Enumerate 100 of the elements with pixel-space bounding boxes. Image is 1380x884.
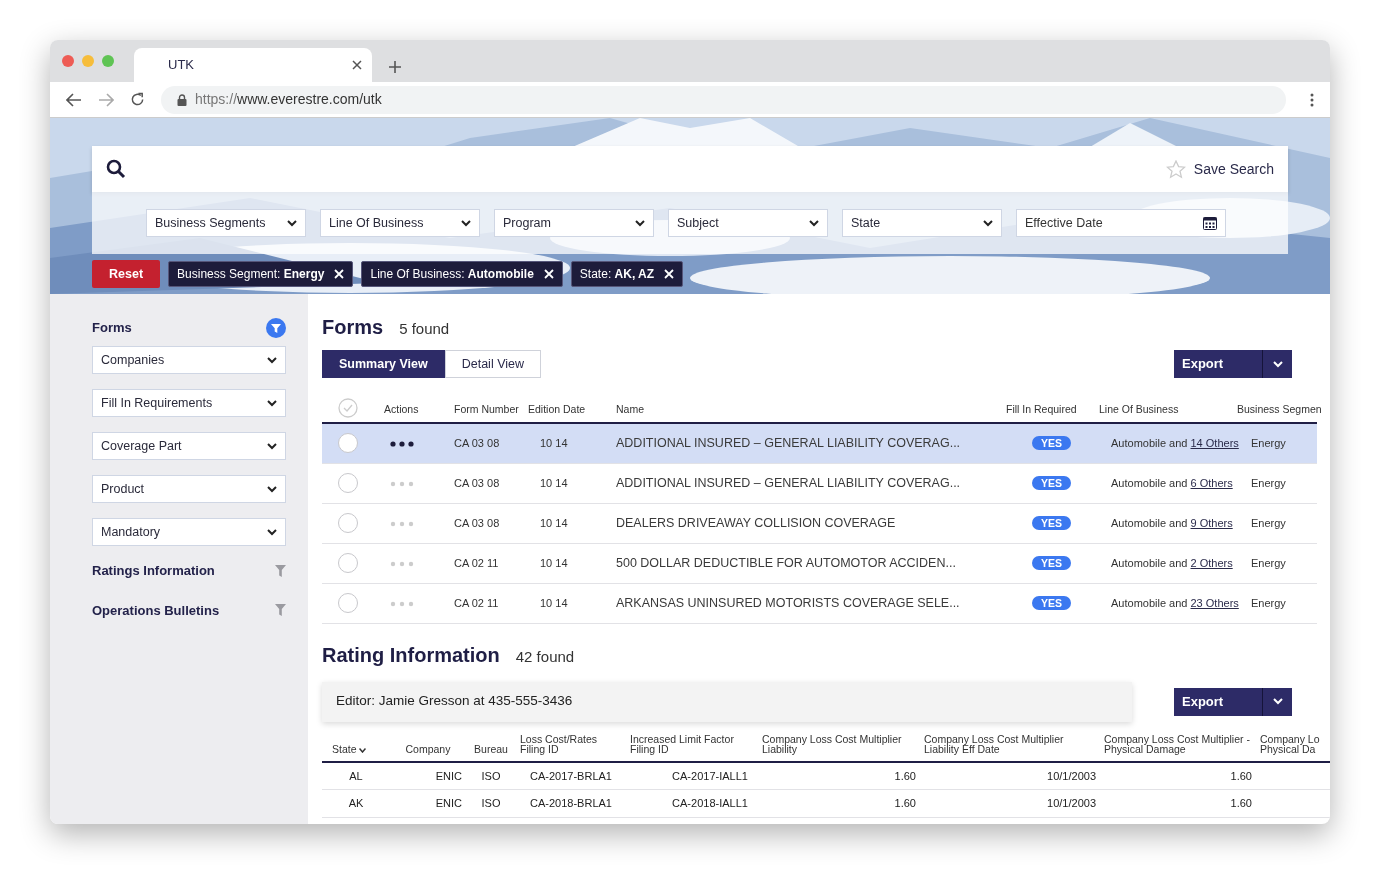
caret-icon xyxy=(461,219,471,227)
view-tab[interactable]: Summary View xyxy=(322,350,445,378)
row-radio[interactable] xyxy=(338,433,358,454)
filter-icon[interactable] xyxy=(266,318,286,338)
save-search-button[interactable]: Save Search xyxy=(1165,158,1274,180)
minimize-window-button[interactable] xyxy=(82,55,94,67)
table-cell: DEALERS DRIVEAWAY COLLISION COVERAGE xyxy=(616,515,896,530)
export-button[interactable]: Export xyxy=(1174,687,1292,716)
section-title[interactable]: Ratings Information xyxy=(92,561,215,581)
table-cell: 10 14 xyxy=(540,596,568,609)
browser-tab[interactable]: UTK xyxy=(134,48,372,82)
table-cell: 10 14 xyxy=(540,516,568,529)
table-cell: 1.60 xyxy=(1230,797,1252,810)
table-cell-text: Automobile and xyxy=(1111,437,1189,449)
sort-caret-icon xyxy=(359,747,367,753)
close-icon[interactable] xyxy=(352,60,362,70)
caret-icon xyxy=(983,219,993,227)
column-header[interactable]: State xyxy=(332,743,367,755)
table-cell: 10 14 xyxy=(540,437,568,449)
table-cell: CA 02 11 xyxy=(454,556,499,569)
row-radio[interactable] xyxy=(338,513,358,533)
section-title[interactable]: Forms xyxy=(92,318,132,338)
table-cell: CA 03 08 xyxy=(454,516,500,529)
table-cell: AK xyxy=(348,797,364,810)
caret-icon xyxy=(287,219,297,227)
maximize-window-button[interactable] xyxy=(102,55,114,67)
others-link[interactable]: 9 Others xyxy=(1190,516,1233,529)
dropdown[interactable]: Subject xyxy=(668,209,828,237)
export-button[interactable]: Export xyxy=(1174,350,1292,378)
caret-icon xyxy=(267,442,277,450)
table-cell: ISO xyxy=(481,797,501,810)
section-heading: Rating Information xyxy=(322,642,500,668)
row-radio[interactable] xyxy=(338,473,358,493)
others-link[interactable]: 2 Others xyxy=(1190,556,1233,569)
caret-icon xyxy=(267,399,277,407)
back-arrow-icon[interactable] xyxy=(66,92,82,107)
filter-icon[interactable] xyxy=(275,604,286,617)
url-text: https://www.everestre.com/utk xyxy=(195,90,382,109)
table-cell: CA-2017-BRLA1 xyxy=(530,769,612,782)
section-title[interactable]: Operations Bulletins xyxy=(92,600,220,620)
result-count: 42 found xyxy=(515,646,575,667)
forward-arrow-icon[interactable] xyxy=(98,92,114,107)
filter-chip[interactable]: State: AK, AZ xyxy=(570,261,684,287)
dropdown[interactable]: Companies xyxy=(92,346,286,374)
calendar-icon[interactable] xyxy=(1203,216,1217,230)
filter-icon[interactable] xyxy=(275,564,286,577)
date-field[interactable]: Effective Date xyxy=(1016,209,1226,237)
table-cell-text: Automobile and xyxy=(1111,476,1189,489)
table-cell: CA-2018-BRLA1 xyxy=(530,797,612,810)
table-cell: CA 03 08 xyxy=(454,476,500,489)
table-cell: CA-2017-IALL1 xyxy=(672,769,748,782)
address-bar[interactable]: https://www.everestre.com/utk xyxy=(161,85,1286,114)
table-cell: 500 DOLLAR DEDUCTIBLE FOR AUTOMOTOR ACCIDEN... xyxy=(616,555,956,570)
filter-chip[interactable]: Line Of Business: Automobile xyxy=(361,261,563,287)
table-cell: 1.60 xyxy=(1230,769,1252,782)
row-radio[interactable] xyxy=(338,593,358,613)
table-cell: 10 14 xyxy=(540,556,568,569)
caret-icon xyxy=(1272,698,1283,705)
column-header: Bureau xyxy=(474,743,508,755)
section-heading: Forms xyxy=(322,315,384,340)
table-cell: AL xyxy=(349,769,363,782)
dropdown[interactable]: Program xyxy=(494,209,654,237)
reset-button[interactable]: Reset xyxy=(92,260,161,288)
view-tab[interactable]: Detail View xyxy=(444,350,541,378)
others-link[interactable]: 6 Others xyxy=(1190,476,1233,489)
chip-label: State: AK, AZ xyxy=(579,266,655,283)
table-row[interactable]: CA 03 08 10 14 DEALERS DRIVEAWAY COLLISION COVERAGE YES Automobile and 9 Others Energy xyxy=(322,503,1317,543)
column-header: Company Loss Cost Multiplier Liability xyxy=(762,732,902,755)
yes-badge: YES xyxy=(1032,515,1071,530)
dropdown[interactable]: State xyxy=(842,209,1002,237)
star-icon xyxy=(1165,159,1186,179)
dropdown[interactable]: Business Segments xyxy=(146,209,306,237)
select-all-checkbox[interactable] xyxy=(338,398,358,418)
others-link[interactable]: 23 Others xyxy=(1190,596,1239,609)
close-window-button[interactable] xyxy=(62,55,74,67)
table-cell: 10/1/2003 xyxy=(1047,797,1096,810)
table-row[interactable]: CA 03 08 10 14 ADDITIONAL INSURED – GENERAL LIABILITY COVERAG... YES Automobile and 6 Others Energy xyxy=(322,463,1317,503)
dropdown[interactable]: Mandatory xyxy=(92,518,286,546)
table-row[interactable]: CA 02 11 10 14 500 DOLLAR DEDUCTIBLE FOR AUTOMOTOR ACCIDEN... YES Automobile and 2 Others Energy xyxy=(322,543,1317,583)
menu-icon[interactable] xyxy=(1310,92,1314,107)
table-cell: ADDITIONAL INSURED – GENERAL LIABILITY COVERAG... xyxy=(616,475,961,490)
reload-icon[interactable] xyxy=(130,92,145,107)
more-icon[interactable] xyxy=(390,441,414,448)
dropdown[interactable]: Line Of Business xyxy=(320,209,480,237)
column-header: Increased Limit Factor Filing ID xyxy=(630,732,734,755)
table-row[interactable]: CA 02 11 10 14 ARKANSAS UNINSURED MOTORISTS COVERAGE SELE... YES Automobile and 23 Others Energy xyxy=(322,583,1317,623)
chip-label: Business Segment: Energy xyxy=(177,266,325,283)
yes-badge: YES xyxy=(1032,435,1071,450)
row-radio[interactable] xyxy=(338,553,358,573)
editor-note: Editor: Jamie Gresson at 435-555-3436 xyxy=(322,681,1132,722)
caret-icon xyxy=(1272,360,1283,368)
others-link[interactable]: 14 Others xyxy=(1190,437,1239,449)
new-tab-icon[interactable] xyxy=(388,60,402,74)
dropdown[interactable]: Fill In Requirements xyxy=(92,389,286,417)
dropdown[interactable]: Product xyxy=(92,475,286,503)
filter-chip[interactable]: Business Segment: Energy xyxy=(168,261,354,287)
column-header: Company Lo Physical Da xyxy=(1260,732,1320,755)
dropdown[interactable]: Coverage Part xyxy=(92,432,286,460)
table-row[interactable]: CA 03 08 10 14 ADDITIONAL INSURED – GENERAL LIABILITY COVERAG... YES Automobile and 14 Others Energy xyxy=(322,423,1317,463)
search-icon[interactable] xyxy=(106,159,126,179)
